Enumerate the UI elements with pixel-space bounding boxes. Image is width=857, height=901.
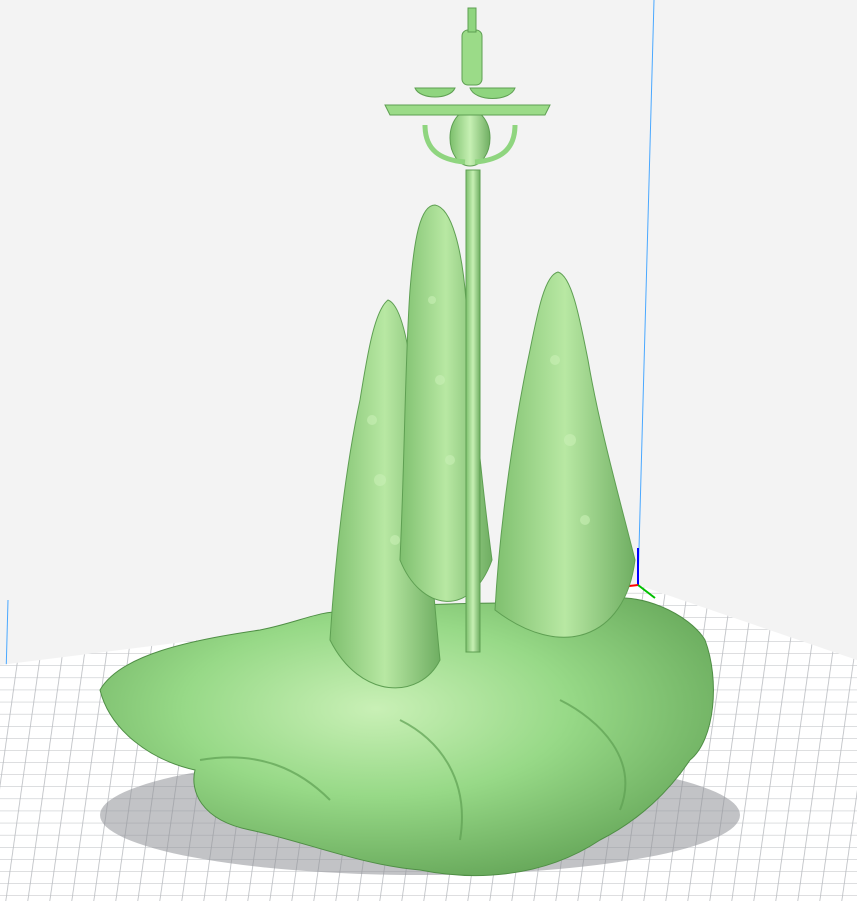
lamp-pole[interactable]	[465, 169, 481, 653]
scene-svg	[0, 0, 857, 901]
3d-viewport[interactable]	[0, 0, 857, 901]
